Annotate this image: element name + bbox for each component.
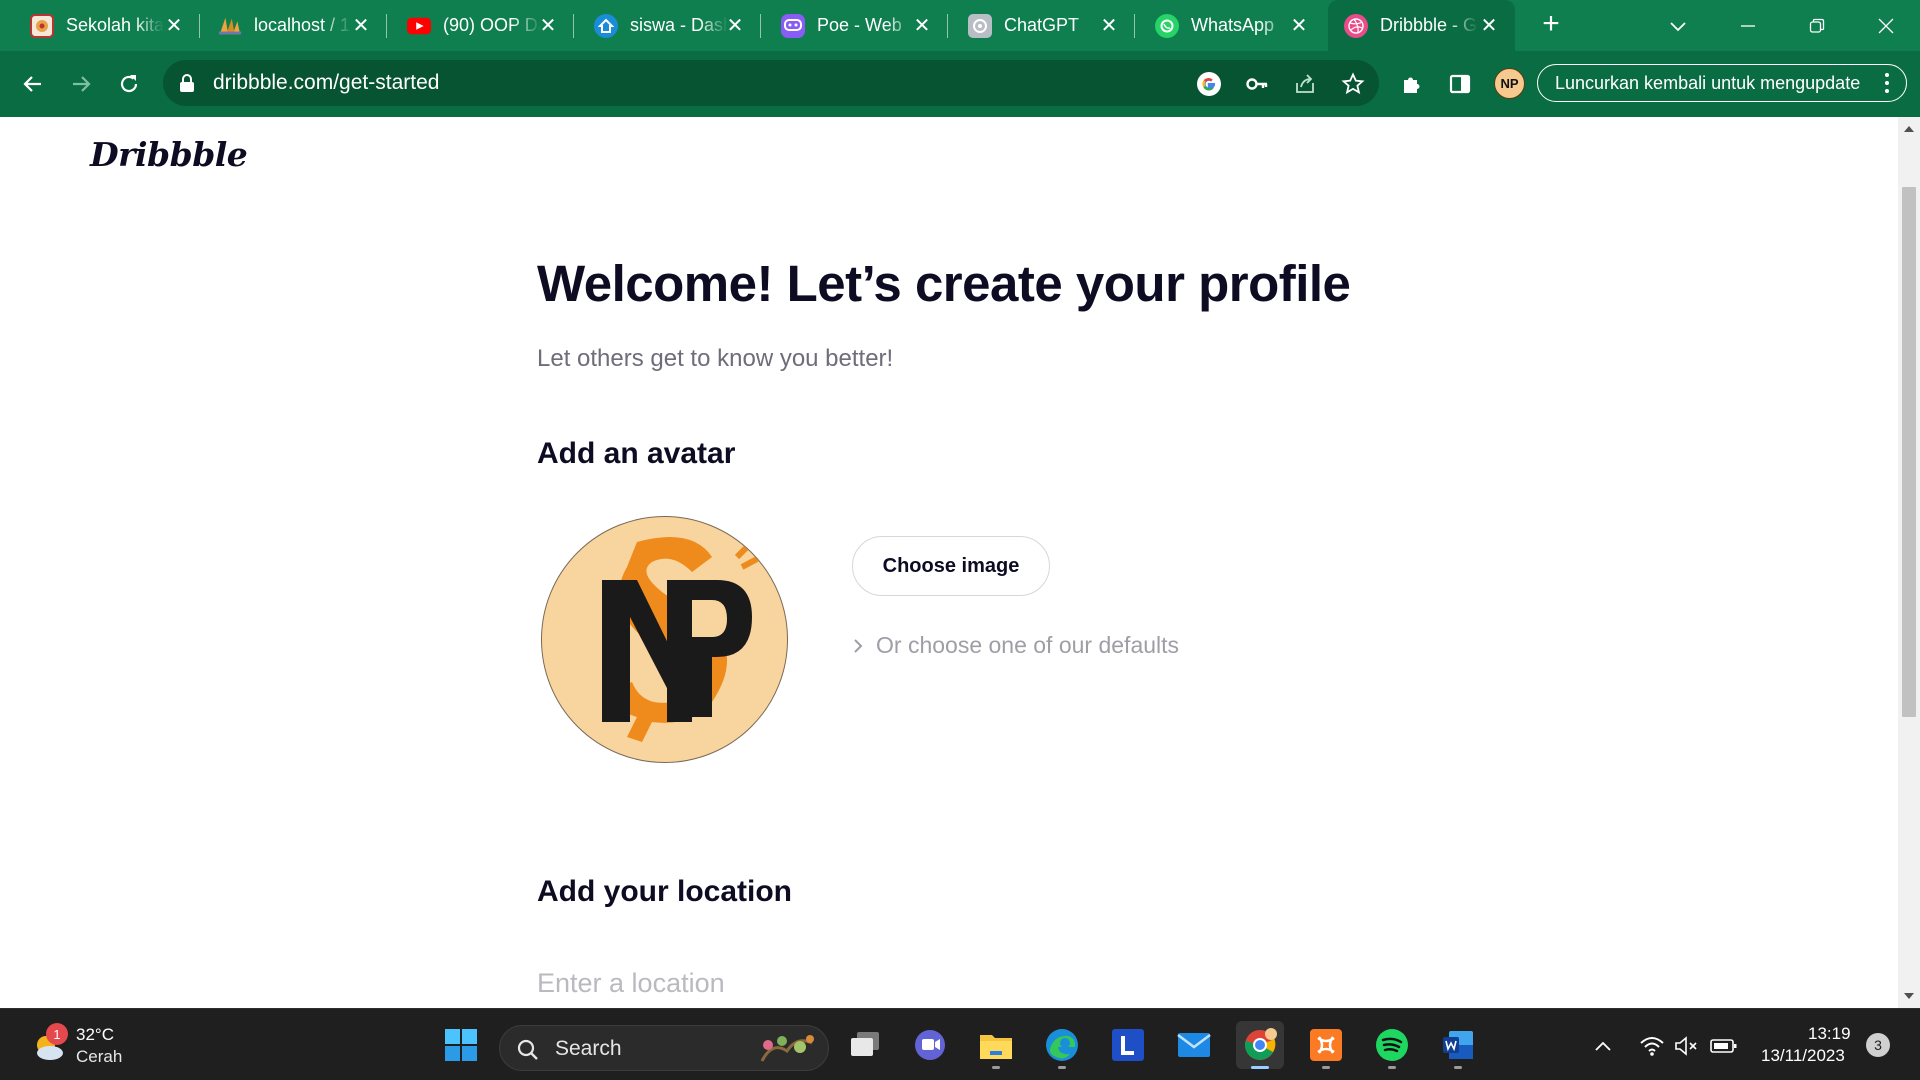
tab-chatgpt[interactable]: ChatGPT ✕	[948, 0, 1135, 51]
page-title: Welcome! Let’s create your profile	[537, 255, 1351, 312]
poe-icon	[781, 13, 805, 38]
clock-date[interactable]: 13/11/2023	[1761, 1046, 1845, 1066]
search-label: Search	[555, 1037, 622, 1060]
weather-badge: 1	[46, 1023, 68, 1045]
avatar-np-logo	[602, 537, 759, 742]
search-icon	[517, 1039, 538, 1060]
close-icon[interactable]: ✕	[1477, 13, 1501, 37]
word-icon[interactable]	[1434, 1021, 1482, 1069]
close-icon[interactable]: ✕	[723, 13, 747, 37]
tab-title: (90) OOP Dasar	[443, 15, 541, 35]
tab-localhost[interactable]: localhost / 127.0.0.1 ✕	[200, 0, 387, 51]
tab-title: Poe - Web	[817, 15, 902, 35]
windows-start-icon[interactable]	[437, 1021, 485, 1069]
close-icon[interactable]: ✕	[162, 13, 186, 37]
phpmyadmin-icon	[218, 14, 242, 38]
reload-button[interactable]	[113, 68, 145, 100]
close-icon[interactable]: ✕	[910, 13, 934, 37]
weather-widget[interactable]: 1 32°C Cerah	[28, 1023, 148, 1067]
tab-title: siswa - Dashboard	[630, 15, 728, 35]
share-icon[interactable]	[1291, 70, 1319, 98]
close-window-button[interactable]	[1866, 8, 1906, 44]
url-text[interactable]: dribbble.com/get-started	[213, 71, 439, 95]
tab-youtube[interactable]: (90) OOP Dasar ✕	[387, 0, 574, 51]
whatsapp-icon	[1155, 13, 1179, 38]
tab-whatsapp[interactable]: WhatsApp ✕	[1135, 0, 1325, 51]
close-icon[interactable]: ✕	[1097, 13, 1121, 37]
page-content: Dribbble Welcome! Let’s create your prof…	[0, 117, 1898, 1008]
choose-default-avatar-link[interactable]: Or choose one of our defaults	[852, 632, 1179, 659]
tab-search-chevron-icon[interactable]	[1664, 12, 1692, 40]
taskbar-search-box[interactable]: Search	[499, 1025, 829, 1071]
back-button[interactable]	[17, 68, 49, 100]
edge-icon[interactable]	[1038, 1021, 1086, 1069]
close-icon[interactable]: ✕	[536, 13, 560, 37]
teams-chat-icon[interactable]	[906, 1021, 954, 1069]
location-input[interactable]	[537, 963, 1137, 1003]
weather-temperature: 32°C	[76, 1025, 114, 1044]
battery-icon[interactable]	[1710, 1033, 1738, 1059]
more-menu-icon[interactable]	[1884, 73, 1890, 93]
show-hidden-icons-chevron-icon[interactable]	[1589, 1033, 1617, 1059]
location-heading: Add your location	[537, 875, 792, 908]
minimize-button[interactable]	[1728, 8, 1768, 44]
chatgpt-icon	[968, 13, 992, 38]
close-icon[interactable]: ✕	[349, 13, 373, 37]
relaunch-update-button[interactable]: Luncurkan kembali untuk mengupdate	[1537, 64, 1907, 102]
search-highlight-art-icon	[760, 1035, 814, 1062]
new-tab-button[interactable]: +	[1536, 9, 1566, 40]
chrome-icon[interactable]	[1236, 1021, 1284, 1069]
volume-muted-icon[interactable]	[1673, 1033, 1701, 1059]
windows-taskbar: 1 32°C Cerah Search 13:19 13/11/2023 3	[0, 1008, 1920, 1080]
tab-strip: Sekolah kita ✕ localhost / 127.0.0.1 ✕ (…	[0, 0, 1920, 51]
page-subtitle: Let others get to know you better!	[537, 345, 894, 372]
forward-button[interactable]	[65, 68, 97, 100]
tab-sekolah[interactable]: Sekolah kita ✕	[0, 0, 200, 51]
profile-avatar[interactable]: NP	[1494, 68, 1525, 99]
close-icon[interactable]: ✕	[1287, 13, 1311, 37]
tab-title: ChatGPT	[1004, 15, 1080, 35]
dribbble-icon	[1344, 13, 1368, 38]
side-panel-icon[interactable]	[1446, 70, 1474, 98]
app-l-icon[interactable]	[1104, 1021, 1152, 1069]
scrollbar-thumb[interactable]	[1902, 187, 1916, 717]
dribbble-logo[interactable]: Dribbble	[90, 135, 248, 174]
defaults-link-label: Or choose one of our defaults	[876, 632, 1180, 658]
file-explorer-icon[interactable]	[972, 1021, 1020, 1069]
page-scrollbar[interactable]	[1898, 117, 1920, 1008]
avatar-heading: Add an avatar	[537, 437, 736, 470]
notification-count-badge[interactable]: 3	[1866, 1033, 1890, 1057]
xampp-icon[interactable]	[1302, 1021, 1350, 1069]
tab-poe[interactable]: Poe - Web ✕	[761, 0, 948, 51]
tab-title: Dribbble - Get started	[1380, 15, 1478, 35]
scroll-up-arrow-icon[interactable]	[1898, 119, 1920, 139]
tab-siswa[interactable]: siswa - Dashboard ✕	[574, 0, 761, 51]
avatar-preview: NP	[541, 516, 788, 763]
key-icon[interactable]	[1243, 70, 1271, 98]
tab-title: localhost / 127.0.0.1	[254, 15, 352, 35]
weather-description: Cerah	[76, 1047, 123, 1066]
restore-button[interactable]	[1797, 8, 1837, 44]
wifi-icon[interactable]	[1638, 1033, 1666, 1059]
tab-title: Sekolah kita	[66, 15, 164, 35]
tab-dribbble[interactable]: Dribbble - Get started ✕	[1328, 0, 1515, 51]
mail-icon[interactable]	[1170, 1021, 1218, 1069]
youtube-icon	[407, 14, 431, 38]
home-icon	[594, 13, 618, 38]
tab-title: WhatsApp	[1191, 15, 1275, 35]
relaunch-label: Luncurkan kembali untuk mengupdate	[1555, 72, 1861, 93]
spotify-icon[interactable]	[1368, 1021, 1416, 1069]
lock-icon[interactable]	[178, 73, 196, 98]
task-view-icon[interactable]	[841, 1021, 889, 1069]
choose-image-button[interactable]: Choose image	[852, 536, 1050, 596]
clock-time[interactable]: 13:19	[1808, 1024, 1851, 1044]
google-icon[interactable]	[1195, 70, 1223, 98]
school-icon	[30, 13, 54, 38]
scroll-down-arrow-icon[interactable]	[1898, 986, 1920, 1006]
bookmark-star-icon[interactable]	[1339, 70, 1367, 98]
chevron-right-icon	[854, 638, 863, 653]
extensions-icon[interactable]	[1398, 70, 1426, 98]
